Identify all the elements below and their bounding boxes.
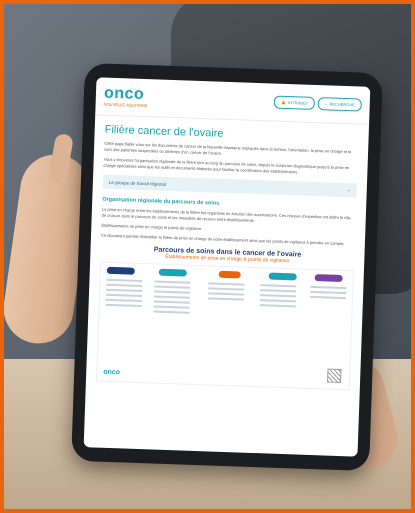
doc-column xyxy=(309,285,347,302)
page-content: Filière cancer de l'ovaire Cette page fi… xyxy=(86,115,369,398)
step-pill xyxy=(106,266,135,275)
step-pill xyxy=(158,268,187,277)
search-label: RECHERCHE xyxy=(329,101,355,108)
tablet: onco NOUVELLE-AQUITAINE 🔒 INTRANET ⌕ RECHE… xyxy=(71,62,383,472)
intranet-label: INTRANET xyxy=(288,100,309,106)
logo-subtitle: NOUVELLE-AQUITAINE xyxy=(103,101,148,109)
doc-column xyxy=(259,284,297,310)
lock-icon: 🔒 xyxy=(281,99,287,105)
site-logo[interactable]: onco NOUVELLE-AQUITAINE xyxy=(103,84,149,109)
accordion-label: Le groupe de travail régional xyxy=(108,179,166,187)
qr-code-icon xyxy=(327,368,342,384)
step-pill xyxy=(268,272,297,281)
logo-text: onco xyxy=(103,84,145,103)
tablet-screen: onco NOUVELLE-AQUITAINE 🔒 INTRANET ⌕ RECHE… xyxy=(83,77,371,457)
step-pill xyxy=(218,270,241,279)
search-button[interactable]: ⌕ RECHERCHE xyxy=(317,97,362,112)
intranet-button[interactable]: 🔒 INTRANET xyxy=(273,95,316,110)
doc-column xyxy=(105,278,143,310)
document-logo: onco xyxy=(103,368,121,377)
step-pill xyxy=(314,274,343,283)
search-icon: ⌕ xyxy=(325,101,328,107)
accordion-working-group[interactable]: Le groupe de travail régional ⌄ xyxy=(102,174,357,198)
photo-background: onco NOUVELLE-AQUITAINE 🔒 INTRANET ⌕ RECHE… xyxy=(4,4,411,509)
doc-column xyxy=(153,280,191,316)
chevron-down-icon: ⌄ xyxy=(346,187,351,193)
doc-column xyxy=(207,282,245,303)
document-preview[interactable]: onco xyxy=(95,261,354,391)
header-buttons: 🔒 INTRANET ⌕ RECHERCHE xyxy=(273,95,362,112)
